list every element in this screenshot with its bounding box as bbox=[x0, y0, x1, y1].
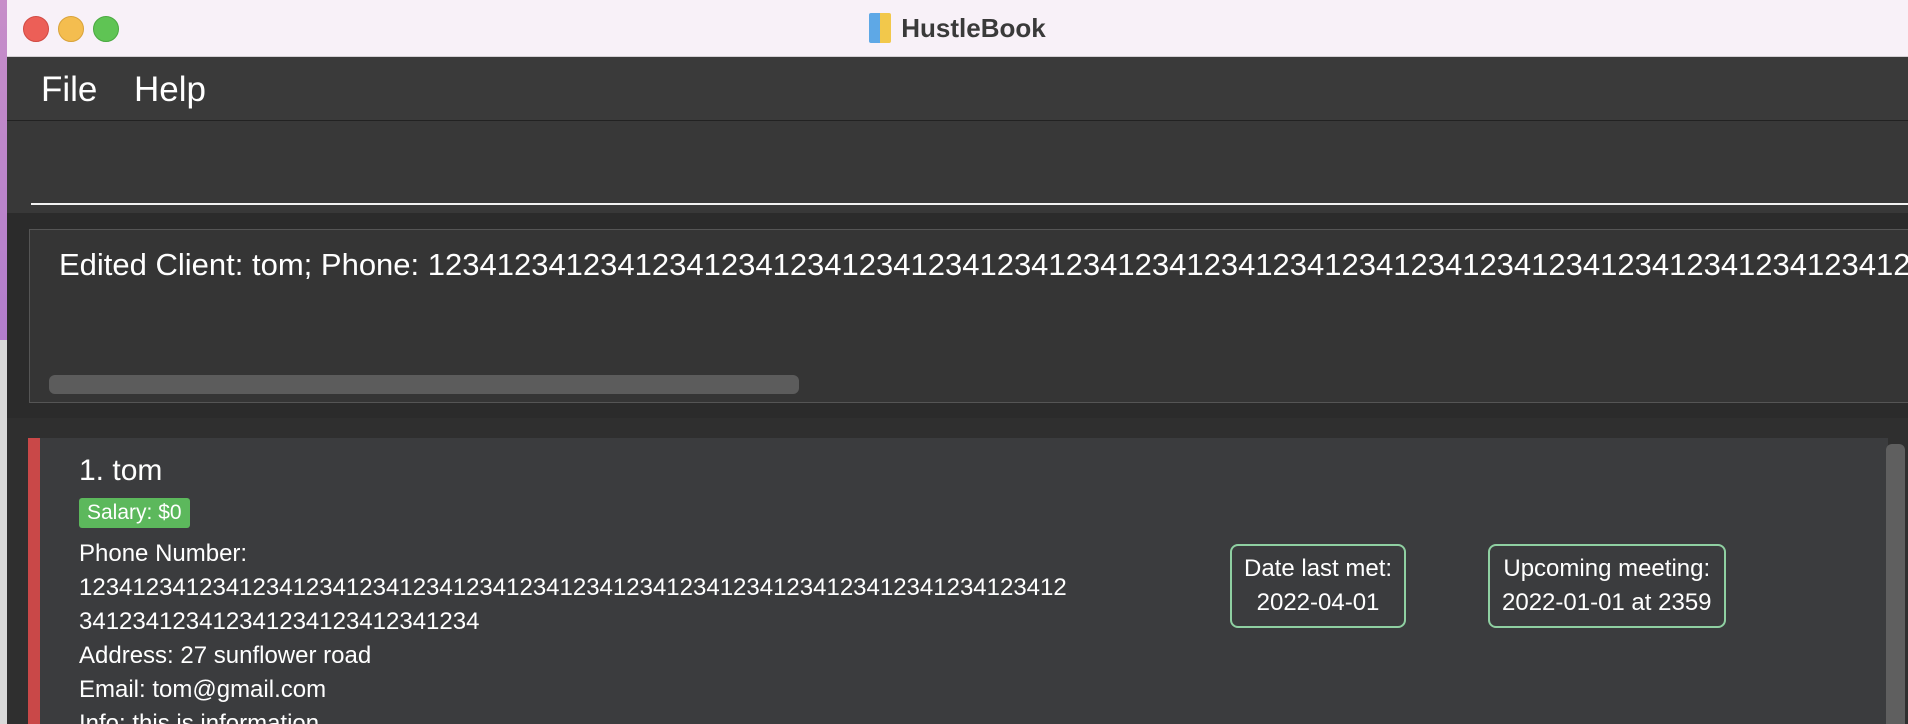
client-card[interactable]: 1. tom Salary: $0 Phone Number: 12341234… bbox=[28, 438, 1888, 724]
phone-number-line-1: 1234123412341234123412341234123412341234… bbox=[79, 574, 1067, 601]
client-address: Address: 27 sunflower road bbox=[79, 642, 372, 669]
client-list: 1. tom Salary: $0 Phone Number: 12341234… bbox=[7, 418, 1908, 724]
command-input[interactable] bbox=[31, 121, 1908, 205]
app-window: HustleBook File Help Edited Client: tom;… bbox=[7, 0, 1908, 724]
date-last-met-label: Date last met: bbox=[1244, 555, 1393, 582]
title-bar[interactable]: HustleBook bbox=[7, 0, 1908, 57]
phone-number-line-2: 341234123412341234123412341234 bbox=[79, 608, 480, 635]
client-email: Email: tom@gmail.com bbox=[79, 676, 327, 703]
client-name: 1. tom bbox=[79, 454, 163, 487]
command-box bbox=[7, 121, 1908, 213]
phone-label: Phone Number: bbox=[79, 540, 248, 567]
result-horizontal-scrollbar[interactable] bbox=[49, 375, 799, 394]
salary-badge: Salary: $0 bbox=[79, 498, 190, 528]
result-display: Edited Client: tom; Phone: 1234123412341… bbox=[29, 229, 1908, 403]
client-info: Info: this is information bbox=[79, 710, 320, 724]
window-title: HustleBook bbox=[901, 12, 1046, 43]
result-text: Edited Client: tom; Phone: 1234123412341… bbox=[59, 247, 1908, 282]
book-icon bbox=[869, 13, 892, 43]
menu-file[interactable]: File bbox=[41, 70, 97, 110]
upcoming-meeting-box: Upcoming meeting: 2022-01-01 at 2359 bbox=[1488, 544, 1726, 628]
upcoming-meeting-value: 2022-01-01 at 2359 bbox=[1502, 589, 1712, 616]
upcoming-meeting-label: Upcoming meeting: bbox=[1503, 555, 1711, 582]
date-last-met-value: 2022-04-01 bbox=[1256, 589, 1380, 616]
date-last-met-box: Date last met: 2022-04-01 bbox=[1230, 544, 1407, 628]
client-list-vertical-scrollbar[interactable] bbox=[1886, 444, 1905, 724]
menu-help[interactable]: Help bbox=[134, 70, 206, 110]
client-card-stripe bbox=[28, 438, 40, 724]
window-title-group: HustleBook bbox=[7, 0, 1908, 56]
menu-bar: File Help bbox=[7, 57, 1908, 121]
